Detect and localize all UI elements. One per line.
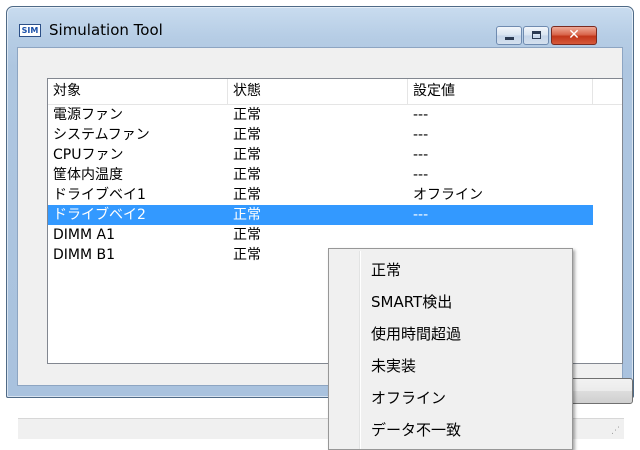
title-bar[interactable]: SIM Simulation Tool ✕ bbox=[7, 7, 633, 47]
close-icon: ✕ bbox=[568, 27, 580, 43]
menu-item-offline[interactable]: オフライン bbox=[331, 383, 570, 413]
cell-status: 正常 bbox=[233, 107, 261, 123]
cell-target: DIMM A1 bbox=[53, 227, 116, 243]
cell-target: システムファン bbox=[53, 127, 150, 143]
column-header-value[interactable]: 設定値 bbox=[408, 79, 593, 104]
cell-status: 正常 bbox=[233, 187, 261, 203]
column-header-target[interactable]: 対象 bbox=[48, 79, 228, 104]
cell-target: ドライブベイ2 bbox=[53, 207, 146, 223]
cell-value: --- bbox=[413, 167, 429, 183]
dialog-button[interactable] bbox=[563, 378, 633, 404]
cell-target: 筐体内温度 bbox=[53, 167, 123, 183]
cell-status: 正常 bbox=[233, 147, 261, 163]
screen: SIM Simulation Tool ✕ 対象 状態 設定値 電源ファン 正常… bbox=[0, 0, 640, 450]
list-header: 対象 状態 設定値 bbox=[48, 79, 622, 105]
cell-value: --- bbox=[413, 107, 429, 123]
menu-item-data-mismatch[interactable]: データ不一致 bbox=[331, 415, 570, 445]
table-row[interactable]: システムファン 正常 --- bbox=[48, 125, 593, 145]
cell-target: ドライブベイ1 bbox=[53, 187, 146, 203]
cell-status: 正常 bbox=[233, 127, 261, 143]
minimize-button[interactable] bbox=[496, 26, 522, 45]
menu-item-normal[interactable]: 正常 bbox=[331, 255, 570, 285]
context-menu: 正常 SMART検出 使用時間超過 未実装 オフライン データ不一致 bbox=[328, 248, 573, 450]
table-row[interactable]: 電源ファン 正常 --- bbox=[48, 105, 593, 125]
table-row[interactable]: CPUファン 正常 --- bbox=[48, 145, 593, 165]
cell-value: --- bbox=[413, 147, 429, 163]
table-row[interactable]: ドライブベイ1 正常 オフライン bbox=[48, 185, 593, 205]
cell-value: --- bbox=[413, 207, 429, 223]
close-button[interactable]: ✕ bbox=[551, 26, 597, 45]
menu-item-usage-time-exceeded[interactable]: 使用時間超過 bbox=[331, 319, 570, 349]
cell-status: 正常 bbox=[233, 167, 261, 183]
maximize-icon bbox=[532, 31, 541, 39]
menu-item-smart-detect[interactable]: SMART検出 bbox=[331, 287, 570, 317]
cell-target: 電源ファン bbox=[53, 107, 123, 123]
resize-grip-icon[interactable]: ⋰ bbox=[611, 427, 620, 436]
minimize-icon bbox=[505, 37, 514, 40]
maximize-button[interactable] bbox=[523, 26, 549, 45]
table-row[interactable]: 筐体内温度 正常 --- bbox=[48, 165, 593, 185]
window-title: Simulation Tool bbox=[49, 21, 163, 39]
menu-item-not-installed[interactable]: 未実装 bbox=[331, 351, 570, 381]
cell-target: CPUファン bbox=[53, 147, 124, 163]
cell-status: 正常 bbox=[233, 207, 261, 223]
column-header-status[interactable]: 状態 bbox=[228, 79, 408, 104]
table-row[interactable]: DIMM A1 正常 bbox=[48, 225, 593, 245]
cell-status: 正常 bbox=[233, 227, 261, 243]
cell-status: 正常 bbox=[233, 247, 261, 263]
cell-target: DIMM B1 bbox=[53, 247, 116, 263]
sim-app-icon: SIM bbox=[19, 24, 41, 37]
cell-value: --- bbox=[413, 127, 429, 143]
table-row-selected[interactable]: ドライブベイ2 正常 --- bbox=[48, 205, 593, 225]
cell-value: オフライン bbox=[413, 187, 483, 203]
